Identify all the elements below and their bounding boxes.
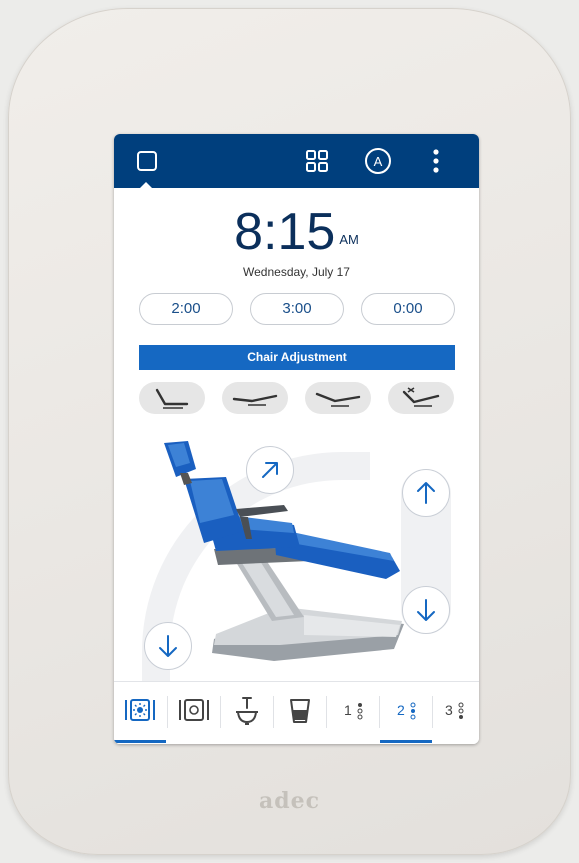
clock-ampm: AM <box>339 232 359 247</box>
chair-up-arrow-icon[interactable] <box>402 469 450 517</box>
account-a-icon[interactable]: A <box>363 146 393 176</box>
brand-logo: adec <box>258 788 321 814</box>
chair-adjustment-header: Chair Adjustment <box>139 345 455 370</box>
clock-date: Wednesday, July 17 <box>243 265 350 279</box>
timer-3-button[interactable]: 0:00 <box>361 293 455 325</box>
preset-supine-icon[interactable] <box>222 382 288 414</box>
preset-recline-icon[interactable] <box>305 382 371 414</box>
account-letter: A <box>374 154 383 169</box>
chair-down-arrow-icon[interactable] <box>402 586 450 634</box>
timer-2-button[interactable]: 3:00 <box>250 293 344 325</box>
clock: 8:15 AM <box>114 204 479 260</box>
timer-1-button[interactable]: 2:00 <box>139 293 233 325</box>
touch-screen: A 8:15 AM Wednesday, July 17 2:00 3:00 0:… <box>114 134 479 744</box>
light-on-icon[interactable] <box>114 682 166 743</box>
more-vertical-icon[interactable] <box>421 146 451 176</box>
position-2-button[interactable]: 2 <box>380 682 432 743</box>
top-bar: A <box>114 134 479 189</box>
position-dots-icon <box>458 702 464 719</box>
cuspidor-icon[interactable] <box>221 682 273 740</box>
cup-fill-icon[interactable] <box>274 682 326 740</box>
position-1-button[interactable]: 1 <box>327 682 379 740</box>
active-tab-indicator <box>139 182 153 189</box>
preset-upright-icon[interactable] <box>139 382 205 414</box>
bottom-nav: 1 2 3 <box>114 681 479 744</box>
position-3-button[interactable]: 3 <box>433 682 479 740</box>
position-dots-icon <box>410 702 416 720</box>
home-square-icon[interactable] <box>132 146 162 176</box>
position-dots-icon <box>357 703 363 720</box>
backrest-down-arrow-icon[interactable] <box>144 622 192 670</box>
light-off-icon[interactable] <box>168 682 220 740</box>
preset-trendelenburg-icon[interactable] <box>388 382 454 414</box>
backrest-up-arrow-icon[interactable] <box>246 446 294 494</box>
clock-time: 8:15 <box>234 203 336 261</box>
grid-icon[interactable] <box>302 146 332 176</box>
